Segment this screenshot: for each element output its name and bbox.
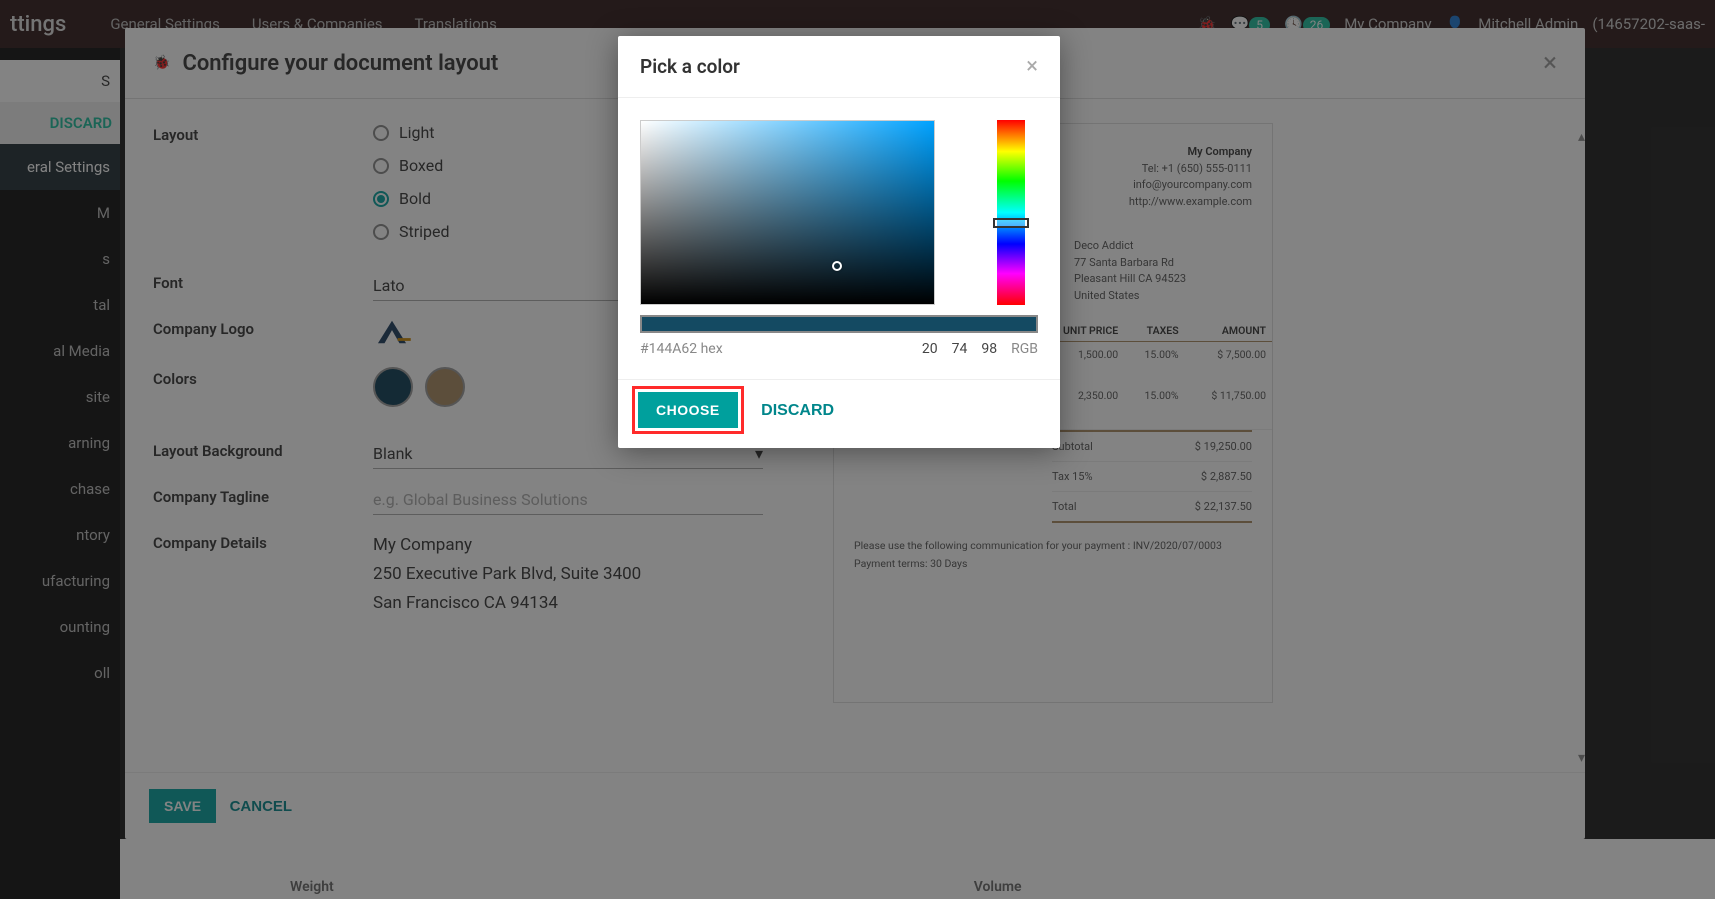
g-value[interactable]: 74 [952, 341, 968, 357]
color-modal-title: Pick a color [640, 55, 740, 78]
choose-button[interactable]: CHOOSE [638, 392, 738, 428]
b-value[interactable]: 98 [981, 341, 997, 357]
color-picker-modal: Pick a color × #144A62 hex 20 74 98 RGB [618, 36, 1060, 448]
hex-value[interactable]: #144A62 hex [640, 341, 723, 357]
saturation-value-picker[interactable] [640, 120, 935, 305]
r-value[interactable]: 20 [922, 341, 938, 357]
close-icon[interactable]: × [1026, 54, 1038, 79]
color-preview-swatch [640, 315, 1038, 333]
rgb-label: RGB [1011, 341, 1038, 357]
hue-cursor[interactable] [993, 218, 1029, 228]
sv-cursor[interactable] [832, 261, 842, 271]
hue-slider[interactable] [997, 120, 1025, 305]
discard-color-button[interactable]: DISCARD [761, 402, 834, 420]
